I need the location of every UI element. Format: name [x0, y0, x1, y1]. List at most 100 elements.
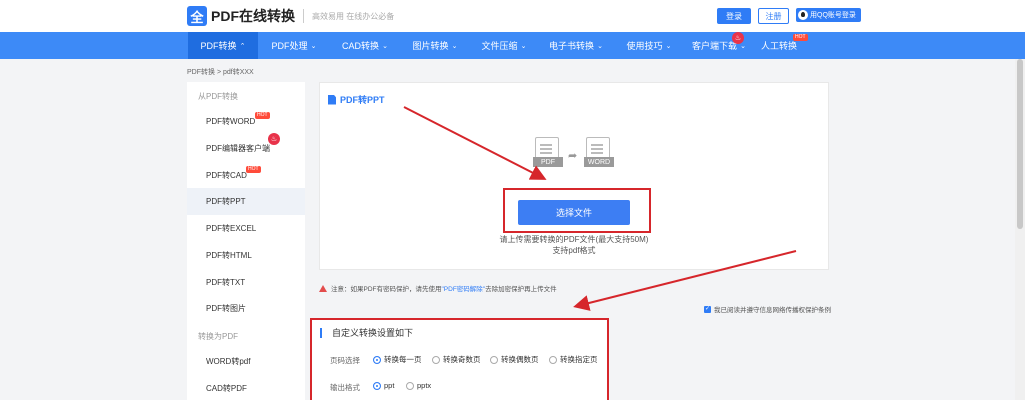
- radio-format-pptx[interactable]: pptx: [406, 381, 431, 390]
- nav-label: 使用技巧: [626, 41, 663, 51]
- pdf-password-remove-link[interactable]: "PDF密码解除": [442, 283, 486, 293]
- radio-label: pptx: [417, 381, 432, 390]
- nav-label: 文件压缩: [481, 41, 518, 51]
- chevron-up-icon: ⌃: [239, 42, 246, 50]
- hot-badge: HOT: [255, 112, 270, 119]
- fire-icon: ♨: [268, 133, 280, 145]
- upload-format-hint: 支持pdf格式: [552, 246, 596, 255]
- conversion-settings-panel: 自定义转换设置如下 页码选择 转换每一页 转换奇数页 转换偶数页 转换指定页 输…: [310, 318, 609, 400]
- radio-convert-even-pages[interactable]: 转换偶数页: [490, 354, 539, 365]
- qq-login-label: 用QQ账号登录: [810, 12, 856, 19]
- radio-label: 转换每一页: [384, 355, 422, 364]
- chevron-down-icon: ⌄: [310, 42, 317, 50]
- hot-badge: HOT: [246, 166, 261, 173]
- page-select-label: 页码选择: [330, 356, 360, 365]
- nav-label: 人工转换: [760, 41, 797, 51]
- settings-title: 自定义转换设置如下: [320, 326, 413, 339]
- radio-icon: [432, 355, 440, 364]
- nav-ebook-convert[interactable]: 电子书转换 ⌄: [538, 32, 614, 59]
- radio-convert-odd-pages[interactable]: 转换奇数页: [432, 354, 481, 365]
- qq-login-button[interactable]: 用QQ账号登录: [796, 8, 861, 22]
- notice-prefix: 注意：如果PDF有密码保护，请先使用: [331, 286, 442, 293]
- fire-icon: ♨: [732, 32, 744, 44]
- upload-title-text: PDF转PPT: [340, 95, 385, 105]
- nav-label: CAD转换: [342, 41, 380, 51]
- radio-format-ppt[interactable]: ppt: [373, 381, 394, 390]
- agreement-checkbox[interactable]: ✓ 我已阅读并遵守信息网络传播权保护条例: [704, 304, 831, 314]
- sidebar-item-pdf-editor[interactable]: PDF编辑器客户端: [187, 135, 305, 162]
- login-button[interactable]: 登录: [717, 8, 751, 24]
- nav-pdf-process[interactable]: PDF处理 ⌄: [258, 32, 330, 59]
- document-icon: [328, 94, 336, 105]
- nav-pdf-convert[interactable]: PDF转换 ⌃: [188, 32, 258, 59]
- radio-label: 转换指定页: [560, 355, 598, 364]
- sidebar-item-label: PDF转EXCEL: [206, 224, 257, 233]
- settings-title-text: 自定义转换设置如下: [332, 328, 414, 338]
- site-logo[interactable]: 全 PDF在线转换 高效易用 在线办公必备: [187, 6, 394, 26]
- sidebar-item-label: PDF转TXT: [206, 278, 246, 287]
- upload-hint: 请上传需要转换的PDF文件(最大支持50M): [499, 235, 649, 244]
- sidebar: 从PDF转换 PDF转WORD HOT PDF编辑器客户端 ♨ PDF转CAD …: [187, 82, 305, 400]
- radio-label: 转换偶数页: [501, 355, 539, 364]
- chevron-down-icon: ⌄: [665, 42, 672, 50]
- choose-file-button[interactable]: 选择文件: [518, 200, 630, 225]
- logo-divider: [303, 9, 304, 23]
- sidebar-item-label: CAD转PDF: [206, 384, 247, 393]
- top-bar: 全 PDF在线转换 高效易用 在线办公必备 登录 注册 用QQ账号登录: [0, 0, 1025, 32]
- radio-convert-every-page[interactable]: 转换每一页: [373, 354, 422, 365]
- sidebar-section-from-pdf: 从PDF转换: [198, 92, 238, 101]
- sidebar-item-word-to-pdf[interactable]: WORD转pdf: [187, 348, 305, 375]
- sidebar-item-pdf-to-excel[interactable]: PDF转EXCEL: [187, 215, 305, 242]
- nav-file-compress[interactable]: 文件压缩 ⌄: [470, 32, 538, 59]
- slogan: 高效易用 在线办公必备: [312, 11, 395, 21]
- sidebar-item-label: PDF编辑器客户端: [206, 144, 270, 153]
- logo-icon: 全: [187, 6, 207, 26]
- nav-label: 电子书转换: [549, 41, 595, 51]
- scrollbar[interactable]: [1015, 59, 1025, 400]
- register-button[interactable]: 注册: [758, 8, 789, 24]
- nav-tips[interactable]: 使用技巧 ⌄: [614, 32, 684, 59]
- radio-selected-icon: [373, 381, 381, 390]
- radio-icon: [549, 355, 557, 364]
- radio-label: 转换奇数页: [443, 355, 481, 364]
- notice-suffix: 去除加密保护再上传文件: [485, 286, 557, 293]
- sidebar-item-pdf-to-word[interactable]: PDF转WORD: [187, 108, 305, 135]
- main-nav: PDF转换 ⌃ PDF处理 ⌄ CAD转换 ⌄ 图片转换 ⌄ 文件压缩 ⌄ 电子…: [0, 32, 1025, 59]
- word-tag: WORD: [584, 157, 614, 167]
- sidebar-item-pdf-to-image[interactable]: PDF转图片: [187, 295, 305, 322]
- sidebar-section-to-pdf: 转换为PDF: [198, 332, 238, 341]
- convert-arrow-icon: ➦: [568, 150, 578, 162]
- hot-badge: HOT: [793, 34, 808, 41]
- scrollbar-thumb[interactable]: [1017, 59, 1023, 229]
- pdf-tag: PDF: [533, 157, 563, 167]
- sidebar-item-pdf-to-txt[interactable]: PDF转TXT: [187, 269, 305, 296]
- output-format-label: 输出格式: [330, 383, 360, 392]
- sidebar-item-label: WORD转pdf: [206, 357, 251, 366]
- chevron-down-icon: ⌄: [382, 42, 388, 50]
- sidebar-item-cad-to-pdf[interactable]: CAD转PDF: [187, 375, 305, 400]
- radio-convert-specified-pages[interactable]: 转换指定页: [549, 354, 598, 365]
- nav-label: PDF转换: [200, 41, 237, 51]
- sidebar-item-label: PDF转HTML: [206, 251, 252, 260]
- agreement-label: 我已阅读并遵守信息网络传播权保护条例: [714, 307, 831, 314]
- nav-label: 图片转换: [412, 41, 449, 51]
- radio-selected-icon: [373, 355, 381, 364]
- chevron-down-icon: ⌄: [451, 42, 458, 50]
- sidebar-item-label: PDF转PPT: [206, 197, 246, 206]
- password-notice: 注意：如果PDF有密码保护，请先使用 "PDF密码解除" 去除加密保护再上传文件: [319, 283, 557, 293]
- radio-icon: [490, 355, 498, 364]
- sidebar-item-pdf-to-ppt[interactable]: PDF转PPT: [187, 188, 305, 215]
- pdf-file-icon: PDF: [533, 137, 563, 173]
- nav-cad-convert[interactable]: CAD转换 ⌄: [330, 32, 400, 59]
- checkbox-checked-icon: ✓: [704, 305, 711, 313]
- breadcrumb: PDF转换 > pdf转XXX: [187, 69, 254, 76]
- radio-icon: [406, 381, 414, 390]
- nav-image-convert[interactable]: 图片转换 ⌄: [400, 32, 470, 59]
- sidebar-item-label: PDF转CAD: [206, 171, 247, 180]
- radio-label: ppt: [384, 381, 395, 390]
- warning-icon: [319, 284, 327, 292]
- sidebar-item-pdf-to-html[interactable]: PDF转HTML: [187, 242, 305, 269]
- sidebar-item-label: PDF转图片: [206, 304, 246, 313]
- qq-icon: [798, 10, 808, 20]
- title-accent-bar: [320, 327, 322, 338]
